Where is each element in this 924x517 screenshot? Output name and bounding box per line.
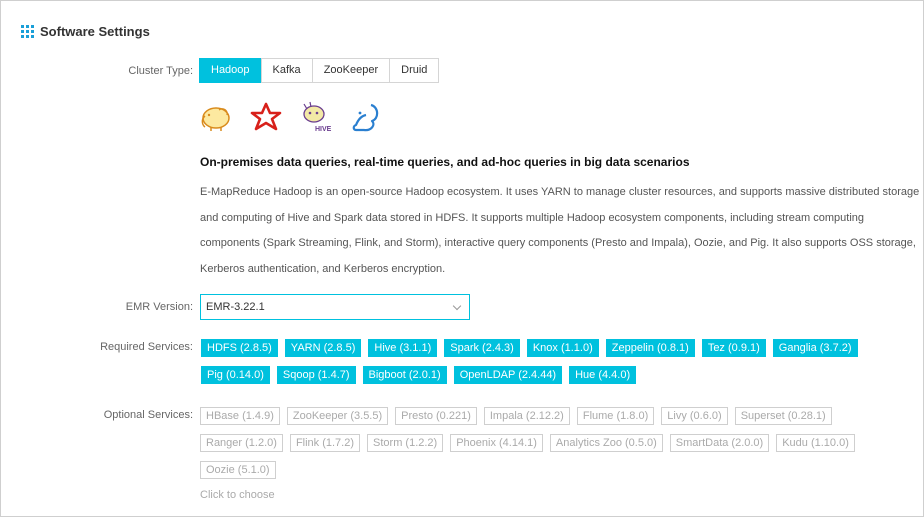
optional-service-tag[interactable]: Phoenix (4.14.1) — [450, 434, 543, 452]
optional-service-tag[interactable]: HBase (1.4.9) — [200, 407, 280, 425]
optional-service-tag[interactable]: Analytics Zoo (0.5.0) — [549, 434, 663, 452]
required-services-list: HDFS (2.8.5) YARN (2.8.5) Hive (3.1.1) S… — [201, 339, 901, 384]
optional-service-tag[interactable]: Presto (0.221) — [395, 407, 477, 425]
tab-kafka[interactable]: Kafka — [260, 58, 313, 83]
required-services-label: Required Services: — [100, 341, 193, 353]
optional-service-tag[interactable]: ZooKeeper (3.5.5) — [286, 407, 389, 425]
emr-version-label: EMR Version: — [125, 301, 193, 313]
emr-version-value: EMR-3.22.1 — [206, 301, 265, 313]
optional-service-tag[interactable]: Kudu (1.10.0) — [776, 434, 855, 452]
chevron-down-icon — [452, 301, 462, 311]
required-service-tag: HDFS (2.8.5) — [201, 339, 278, 357]
optional-service-tag[interactable]: Ranger (1.2.0) — [200, 434, 283, 452]
required-service-tag: Tez (0.9.1) — [701, 339, 766, 357]
optional-service-tag[interactable]: Storm (1.2.2) — [367, 434, 444, 452]
tab-hadoop[interactable]: Hadoop — [199, 58, 262, 83]
emr-version-select[interactable]: EMR-3.22.1 — [200, 294, 470, 320]
section-header: Software Settings — [21, 24, 150, 39]
optional-service-tag[interactable]: Livy (0.6.0) — [661, 407, 728, 425]
component-logos: HIVE — [199, 101, 383, 133]
section-title: Software Settings — [40, 24, 150, 39]
cluster-type-tabs: Hadoop Kafka ZooKeeper Druid — [199, 58, 440, 83]
hadoop-elephant-logo — [201, 107, 230, 131]
optional-services-list: HBase (1.4.9) ZooKeeper (3.5.5) Presto (… — [200, 407, 920, 479]
required-service-tag: YARN (2.8.5) — [284, 339, 362, 357]
optional-services-label: Optional Services: — [103, 409, 193, 421]
click-to-choose-hint: Click to choose — [200, 489, 275, 501]
required-service-tag: Ganglia (3.7.2) — [772, 339, 858, 357]
required-service-tag: Hue (4.4.0) — [569, 366, 637, 384]
required-service-tag: Pig (0.14.0) — [201, 366, 270, 384]
hive-bee-logo: HIVE — [303, 101, 332, 133]
optional-service-tag[interactable]: Oozie (5.1.0) — [200, 461, 276, 479]
required-service-tag: Sqoop (1.4.7) — [276, 366, 356, 384]
squirrel-logo — [352, 103, 379, 132]
description-title: On-premises data queries, real-time quer… — [200, 155, 690, 169]
optional-service-tag[interactable]: Impala (2.12.2) — [483, 407, 570, 425]
tab-druid[interactable]: Druid — [389, 58, 440, 83]
tab-zookeeper[interactable]: ZooKeeper — [311, 58, 391, 83]
cluster-type-label: Cluster Type: — [128, 65, 193, 77]
svg-text:HIVE: HIVE — [315, 126, 332, 133]
optional-service-tag[interactable]: Superset (0.28.1) — [734, 407, 832, 425]
grid-icon — [21, 25, 34, 38]
required-service-tag: OpenLDAP (2.4.44) — [453, 366, 563, 384]
required-service-tag: Bigboot (2.0.1) — [362, 366, 447, 384]
optional-service-tag[interactable]: SmartData (2.0.0) — [669, 434, 770, 452]
required-service-tag: Zeppelin (0.8.1) — [605, 339, 695, 357]
required-service-tag: Spark (2.4.3) — [444, 339, 520, 357]
required-service-tag: Hive (3.1.1) — [368, 339, 438, 357]
spark-star-logo — [250, 102, 282, 131]
description-text: E-MapReduce Hadoop is an open-source Had… — [200, 186, 920, 275]
required-service-tag: Knox (1.1.0) — [526, 339, 599, 357]
optional-service-tag[interactable]: Flume (1.8.0) — [576, 407, 655, 425]
optional-service-tag[interactable]: Flink (1.7.2) — [289, 434, 361, 452]
